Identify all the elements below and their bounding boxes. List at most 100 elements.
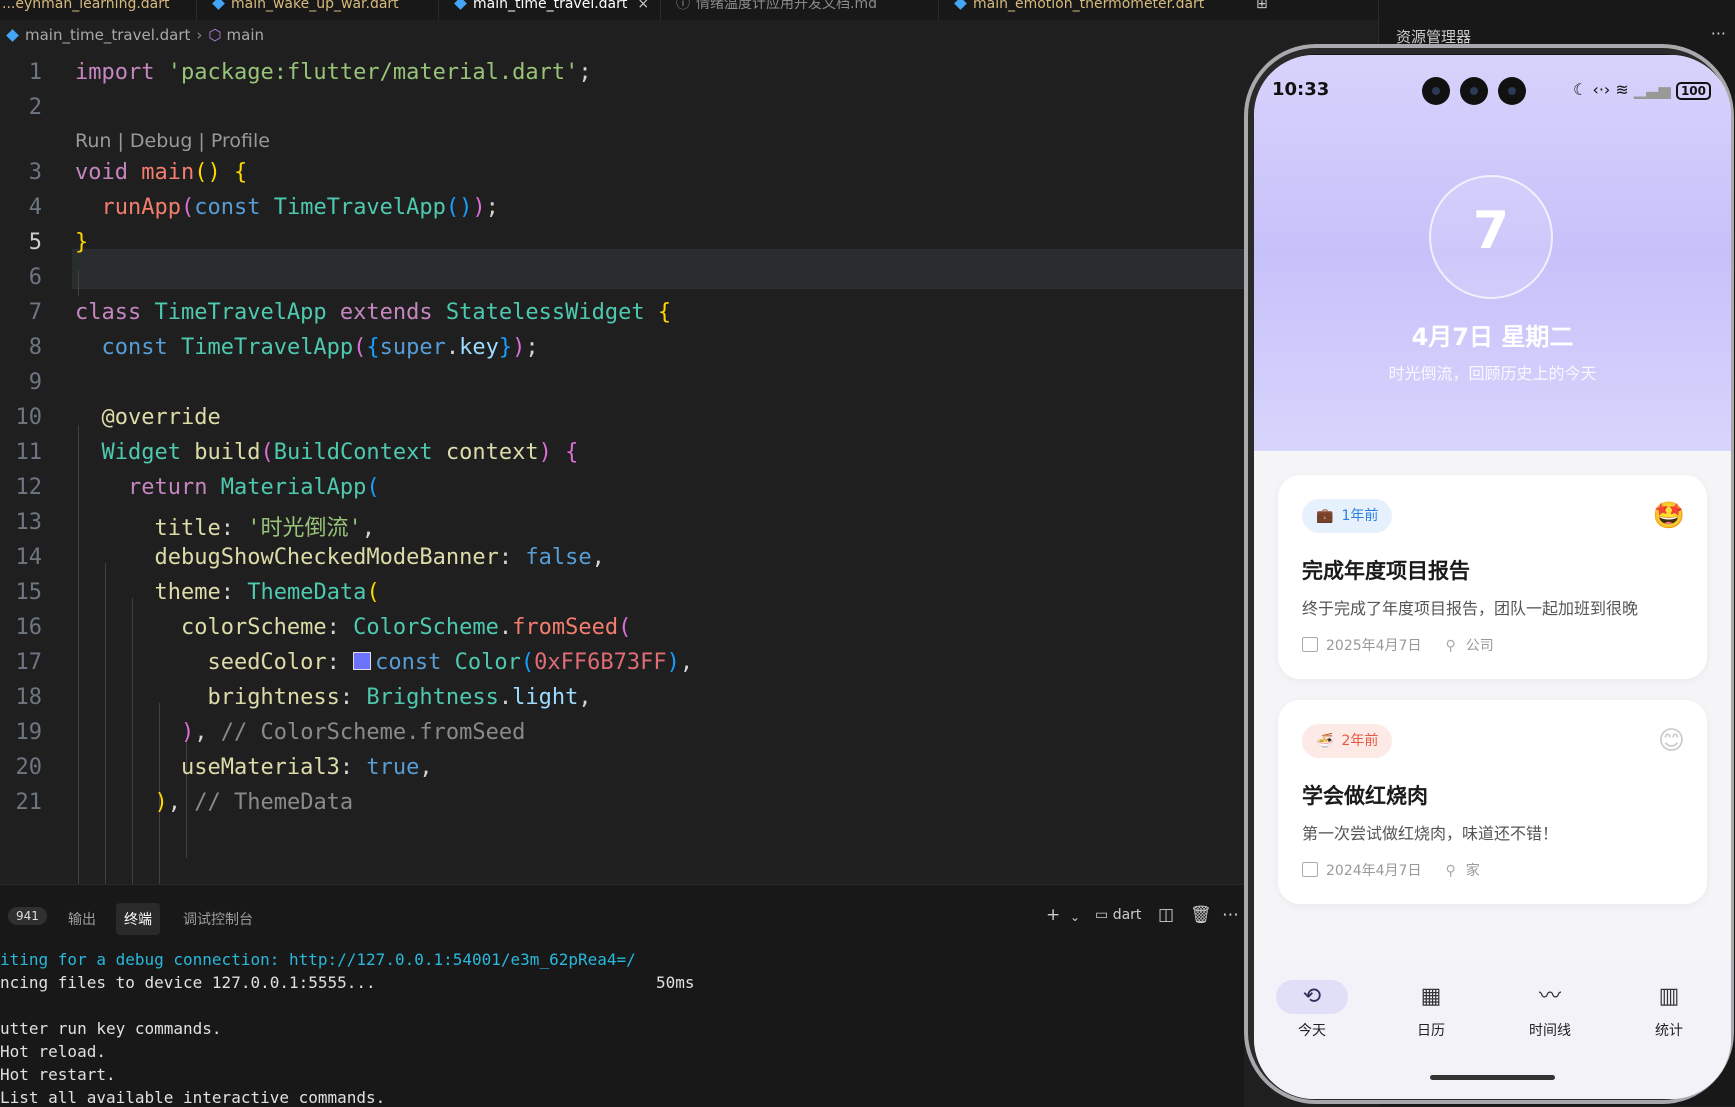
breadcrumb-file[interactable]: main_time_travel.dart xyxy=(25,26,190,44)
markdown-file-icon: ⓘ xyxy=(676,0,690,12)
line-number: 10 xyxy=(15,405,43,430)
years-ago-tag: 🍜 2年前 xyxy=(1302,724,1393,758)
line-number: 17 xyxy=(15,650,43,675)
line-number: 5 xyxy=(28,230,42,255)
terminal-line: ncing files to device 127.0.0.1:5555... xyxy=(0,973,376,992)
more-actions-icon[interactable]: ⋯ xyxy=(1222,905,1239,925)
memory-card[interactable]: 💼 1年前 🤩 完成年度项目报告 终于完成了年度项目报告，团队一起加班到很晚 20… xyxy=(1278,475,1707,679)
terminal-shell-selector[interactable]: ▭ dart xyxy=(1095,907,1141,923)
timeline-icon: 〰 xyxy=(1538,984,1561,1009)
card-description: 终于完成了年度项目报告，团队一起加班到很晚 xyxy=(1302,599,1639,618)
wifi-icon: ≋ xyxy=(1615,80,1629,99)
split-editor-icon[interactable]: ⊞ xyxy=(1256,0,1268,18)
editor-tab-bar: ...eynman_learning.dart main_wake_up_war… xyxy=(0,0,1380,20)
memory-card[interactable]: 🍜 2年前 😊 学会做红烧肉 第一次尝试做红烧肉，味道还不错！ 2024年4月7日… xyxy=(1278,700,1707,904)
day-number: 7 xyxy=(1472,201,1510,261)
calendar-icon: ▦ xyxy=(1420,984,1442,1009)
breadcrumb-symbol[interactable]: main xyxy=(227,26,264,44)
code-editor[interactable]: 1 2 3 4 5 6 7 8 9 10 11 12 13 14 15 16 1… xyxy=(0,58,1244,884)
line-number: 16 xyxy=(15,615,43,640)
code-line: runApp(const TimeTravelApp()); xyxy=(101,195,499,220)
line-number: 8 xyxy=(28,335,42,360)
line-number: 4 xyxy=(28,195,42,220)
line-number: 11 xyxy=(15,440,43,465)
tab-time-travel[interactable]: main_time_travel.dart × xyxy=(454,0,649,18)
home-indicator[interactable] xyxy=(1430,1075,1555,1080)
card-title: 学会做红烧肉 xyxy=(1302,784,1428,808)
close-tab-icon[interactable]: × xyxy=(637,0,649,12)
code-line: theme: ThemeData( xyxy=(154,580,380,605)
signal-icon: ▁▃▅ xyxy=(1633,80,1671,99)
nav-item-stats[interactable]: ▥ 统计 xyxy=(1629,980,1709,1040)
code-line: seedColor: const Color(0xFF6B73FF), xyxy=(207,650,694,675)
nav-item-calendar[interactable]: ▦ 日历 xyxy=(1391,980,1471,1040)
line-number: 14 xyxy=(15,545,43,570)
location-pin-icon: ⚲ xyxy=(1445,638,1456,654)
current-line-highlight xyxy=(72,249,1244,289)
more-actions-icon[interactable]: ··· xyxy=(1711,24,1726,43)
color-swatch[interactable] xyxy=(353,652,372,670)
code-line: debugShowCheckedModeBanner: false, xyxy=(154,545,605,570)
nav-item-timeline[interactable]: 〰 时间线 xyxy=(1510,980,1590,1040)
tab-debug-console[interactable]: 调试控制台 xyxy=(183,909,253,929)
code-line: const TimeTravelApp({super.key}); xyxy=(101,335,539,360)
card-meta: 2025年4月7日 ⚲ 公司 xyxy=(1302,635,1494,655)
tab-separator xyxy=(938,0,939,20)
indent-guide xyxy=(78,270,79,296)
code-line: ), // ColorScheme.fromSeed xyxy=(180,720,526,745)
tab-emotion-thermometer[interactable]: main_emotion_thermometer.dart xyxy=(954,0,1204,18)
camera-icon xyxy=(1422,77,1450,105)
years-ago-tag: 💼 1年前 xyxy=(1302,499,1393,533)
hero-subtitle: 时光倒流，回顾历史上的今天 xyxy=(1388,364,1597,383)
code-line: title: '时光倒流', xyxy=(154,516,375,541)
terminal-line: utter run key commands. xyxy=(0,1019,222,1038)
tab-feynman-learning[interactable]: ...eynman_learning.dart xyxy=(2,0,170,18)
stats-icon: ▥ xyxy=(1658,984,1680,1009)
noodle-bowl-icon: 🍜 xyxy=(1316,733,1334,749)
code-line: useMaterial3: true, xyxy=(180,755,433,780)
code-line: return MaterialApp( xyxy=(127,475,380,500)
code-line: } xyxy=(75,230,89,255)
line-number: 6 xyxy=(28,265,42,290)
line-number: 12 xyxy=(15,475,43,500)
bottom-panel: 941 输出 终端 调试控制台 + ⌄ ▭ dart ◫ 🗑 ⋯ iting f… xyxy=(0,884,1244,1107)
split-terminal-icon[interactable]: ◫ xyxy=(1158,905,1174,925)
code-line: import 'package:flutter/material.dart'; xyxy=(75,60,592,85)
problems-count-badge[interactable]: 941 xyxy=(8,907,47,925)
terminal-timing: 50ms xyxy=(656,973,695,992)
calendar-icon xyxy=(1302,637,1318,652)
hero-date: 4月7日 星期二 xyxy=(1411,323,1574,351)
tab-separator xyxy=(196,0,197,20)
card-meta: 2024年4月7日 ⚲ 家 xyxy=(1302,860,1480,880)
tab-terminal[interactable]: 终端 xyxy=(116,903,160,935)
history-icon: ⟲ xyxy=(1276,980,1348,1014)
line-number: 20 xyxy=(15,755,43,780)
trash-icon[interactable]: 🗑 xyxy=(1190,905,1212,925)
line-number: 7 xyxy=(28,300,42,325)
tab-output[interactable]: 输出 xyxy=(68,909,96,929)
code-line: class TimeTravelApp extends StatelessWid… xyxy=(75,300,672,325)
nav-item-today[interactable]: ⟲ 今天 xyxy=(1272,980,1352,1040)
battery-icon: 100 xyxy=(1675,82,1711,100)
line-number: 13 xyxy=(15,510,43,535)
chevron-down-icon[interactable]: ⌄ xyxy=(1070,910,1080,924)
moon-icon: ☾ xyxy=(1573,80,1588,99)
card-title: 完成年度项目报告 xyxy=(1302,559,1470,583)
dart-file-icon xyxy=(454,0,467,10)
line-number: 1 xyxy=(28,60,42,85)
tab-separator xyxy=(660,0,661,20)
camera-icon xyxy=(1460,77,1488,105)
sync-icon: ‹·› xyxy=(1592,80,1611,99)
tab-wake-up-war[interactable]: main_wake_up_war.dart xyxy=(212,0,399,18)
mood-icon: 🤩 xyxy=(1652,501,1685,531)
terminal-icon: ▭ xyxy=(1095,907,1109,923)
codelens-run-debug-profile[interactable]: Run | Debug | Profile xyxy=(75,130,270,152)
camera-icon xyxy=(1498,77,1526,105)
terminal-line: Hot reload. xyxy=(0,1042,106,1061)
terminal-line: Hot restart. xyxy=(0,1065,116,1084)
code-line: colorScheme: ColorScheme.fromSeed( xyxy=(180,615,632,640)
new-terminal-icon[interactable]: + xyxy=(1046,905,1060,925)
code-line: ), // ThemeData xyxy=(154,790,354,815)
line-number: 9 xyxy=(28,370,42,395)
tab-emotion-doc[interactable]: ⓘ 情绪温度计应用开发文档.md xyxy=(676,0,877,18)
